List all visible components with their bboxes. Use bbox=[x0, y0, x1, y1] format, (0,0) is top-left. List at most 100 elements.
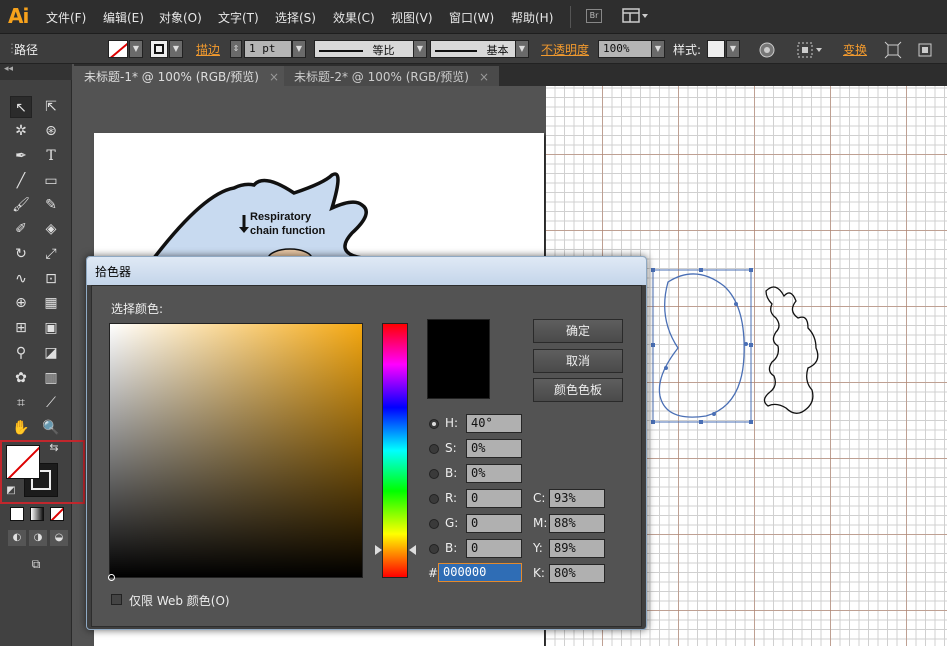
web-colors-only-label[interactable]: 仅限 Web 颜色(O) bbox=[129, 592, 230, 609]
artboard-tool-icon[interactable]: ⌗ bbox=[10, 392, 32, 414]
workspace-switcher-icon[interactable] bbox=[622, 8, 650, 24]
close-icon[interactable]: × bbox=[269, 70, 279, 84]
radio-saturation[interactable] bbox=[429, 444, 439, 454]
scale-tool-icon[interactable]: ⤢ bbox=[40, 243, 62, 265]
transform-label[interactable]: 变换 bbox=[843, 41, 867, 58]
zoom-tool-icon[interactable]: 🔍 bbox=[40, 417, 62, 439]
brightness-field[interactable]: 0% bbox=[466, 464, 522, 483]
radio-blue[interactable] bbox=[429, 544, 439, 554]
free-transform-tool-icon[interactable]: ⊡ bbox=[40, 268, 62, 290]
mesh-tool-icon[interactable]: ⊞ bbox=[10, 317, 32, 339]
blue-field[interactable]: 0 bbox=[466, 539, 522, 558]
symbol-sprayer-tool-icon[interactable]: ✿ bbox=[10, 367, 32, 389]
menu-type[interactable]: 文字(T) bbox=[218, 9, 259, 26]
eraser-tool-icon[interactable]: ◈ bbox=[40, 218, 62, 240]
dialog-title[interactable]: 拾色器 bbox=[87, 257, 646, 285]
pencil-tool-icon[interactable]: ✎ bbox=[40, 194, 62, 216]
menu-help[interactable]: 帮助(H) bbox=[511, 9, 553, 26]
fill-none-swatch-large[interactable] bbox=[6, 445, 40, 479]
draw-normal-icon[interactable]: ◐ bbox=[8, 530, 26, 546]
blend-tool-icon[interactable]: ◪ bbox=[40, 342, 62, 364]
stroke-weight-dropdown-icon[interactable]: ▼ bbox=[292, 40, 306, 58]
align-icon[interactable] bbox=[796, 41, 824, 59]
hue-field[interactable]: 40° bbox=[466, 414, 522, 433]
recolor-artwork-icon[interactable] bbox=[758, 41, 776, 59]
shape-builder-tool-icon[interactable]: ⊕ bbox=[10, 292, 32, 314]
color-field-cursor[interactable] bbox=[108, 574, 115, 581]
fill-none-swatch[interactable] bbox=[108, 40, 128, 58]
menu-effect[interactable]: 效果(C) bbox=[333, 9, 375, 26]
menu-view[interactable]: 视图(V) bbox=[391, 9, 433, 26]
column-graph-tool-icon[interactable]: ▥ bbox=[40, 367, 62, 389]
rectangle-tool-icon[interactable]: ▭ bbox=[40, 170, 62, 192]
stroke-weight-stepper[interactable]: ⇕ bbox=[230, 40, 242, 58]
menu-edit[interactable]: 编辑(E) bbox=[103, 9, 144, 26]
hue-slider-handle-left[interactable] bbox=[375, 545, 382, 555]
draw-inside-icon[interactable]: ◒ bbox=[50, 530, 68, 546]
cyan-field[interactable]: 93% bbox=[549, 489, 605, 508]
stroke-weight-field[interactable]: 1 pt bbox=[244, 40, 292, 58]
green-field[interactable]: 0 bbox=[466, 514, 522, 533]
tab-document-1[interactable]: 未标题-1* @ 100% (RGB/预览) × bbox=[74, 66, 290, 86]
menu-window[interactable]: 窗口(W) bbox=[449, 9, 494, 26]
tab-document-2[interactable]: 未标题-2* @ 100% (RGB/预览) × bbox=[284, 66, 500, 86]
red-field[interactable]: 0 bbox=[466, 489, 522, 508]
options-icon[interactable] bbox=[916, 41, 934, 59]
menu-select[interactable]: 选择(S) bbox=[275, 9, 316, 26]
type-tool-icon[interactable]: T bbox=[40, 145, 62, 167]
stroke-dropdown-icon[interactable]: ▼ bbox=[169, 40, 183, 58]
menu-file[interactable]: 文件(F) bbox=[46, 9, 86, 26]
style-dropdown-icon[interactable]: ▼ bbox=[726, 40, 740, 58]
ok-button[interactable]: 确定 bbox=[533, 319, 623, 343]
paintbrush-tool-icon[interactable]: 🖌 bbox=[10, 194, 32, 216]
hand-tool-icon[interactable]: ✋ bbox=[10, 417, 32, 439]
draw-behind-icon[interactable]: ◑ bbox=[29, 530, 47, 546]
selection-tool-icon[interactable]: ↖ bbox=[10, 96, 32, 118]
hue-slider-handle-right[interactable] bbox=[409, 545, 416, 555]
magic-wand-tool-icon[interactable]: ✲ bbox=[10, 120, 32, 142]
rotate-tool-icon[interactable]: ↻ bbox=[10, 243, 32, 265]
hue-slider[interactable] bbox=[382, 323, 408, 578]
fill-dropdown-icon[interactable]: ▼ bbox=[129, 40, 143, 58]
variable-width-profile[interactable]: 等比 bbox=[314, 40, 414, 58]
color-mode-icon[interactable] bbox=[10, 507, 24, 521]
pen-tool-icon[interactable]: ✒ bbox=[10, 145, 32, 167]
warp-tool-icon[interactable]: ∿ bbox=[10, 268, 32, 290]
brush-dropdown-icon[interactable]: ▼ bbox=[515, 40, 529, 58]
cancel-button[interactable]: 取消 bbox=[533, 349, 623, 373]
radio-brightness[interactable] bbox=[429, 469, 439, 479]
stroke-swatch-small[interactable] bbox=[150, 40, 168, 58]
opacity-field[interactable]: 100% bbox=[598, 40, 652, 58]
opacity-dropdown-icon[interactable]: ▼ bbox=[651, 40, 665, 58]
profile-dropdown-icon[interactable]: ▼ bbox=[413, 40, 427, 58]
isolate-icon[interactable] bbox=[884, 41, 902, 59]
gradient-mode-icon[interactable] bbox=[30, 507, 44, 521]
saturation-brightness-field[interactable] bbox=[109, 323, 363, 578]
yellow-field[interactable]: 89% bbox=[549, 539, 605, 558]
blob-brush-tool-icon[interactable]: ✐ bbox=[10, 218, 32, 240]
perspective-grid-tool-icon[interactable]: ▦ bbox=[40, 292, 62, 314]
bridge-button[interactable]: Br bbox=[586, 9, 602, 23]
radio-red[interactable] bbox=[429, 494, 439, 504]
radio-hue[interactable] bbox=[429, 419, 439, 429]
slice-tool-icon[interactable]: ⟋ bbox=[40, 392, 62, 414]
none-mode-icon[interactable] bbox=[50, 507, 64, 521]
panel-collapse-icon[interactable]: ◂◂ bbox=[0, 64, 72, 80]
graphic-style-swatch[interactable] bbox=[707, 40, 725, 58]
direct-selection-tool-icon[interactable]: ⇱ bbox=[40, 96, 62, 118]
eyedropper-tool-icon[interactable]: ⚲ bbox=[10, 342, 32, 364]
black-field[interactable]: 80% bbox=[549, 564, 605, 583]
stroke-label[interactable]: 描边 bbox=[196, 41, 220, 58]
magenta-field[interactable]: 88% bbox=[549, 514, 605, 533]
default-colors-icon[interactable]: ◩ bbox=[4, 484, 18, 498]
screen-mode-icon[interactable]: ⧉ bbox=[24, 555, 48, 573]
swap-fill-stroke-icon[interactable]: ⇆ bbox=[46, 440, 62, 456]
opacity-label[interactable]: 不透明度 bbox=[541, 41, 589, 58]
close-icon[interactable]: × bbox=[479, 70, 489, 84]
brush-definition[interactable]: 基本 bbox=[430, 40, 516, 58]
line-tool-icon[interactable]: ╱ bbox=[10, 170, 32, 192]
hex-field[interactable]: 000000 bbox=[438, 563, 522, 582]
radio-green[interactable] bbox=[429, 519, 439, 529]
saturation-field[interactable]: 0% bbox=[466, 439, 522, 458]
gradient-tool-icon[interactable]: ▣ bbox=[40, 317, 62, 339]
